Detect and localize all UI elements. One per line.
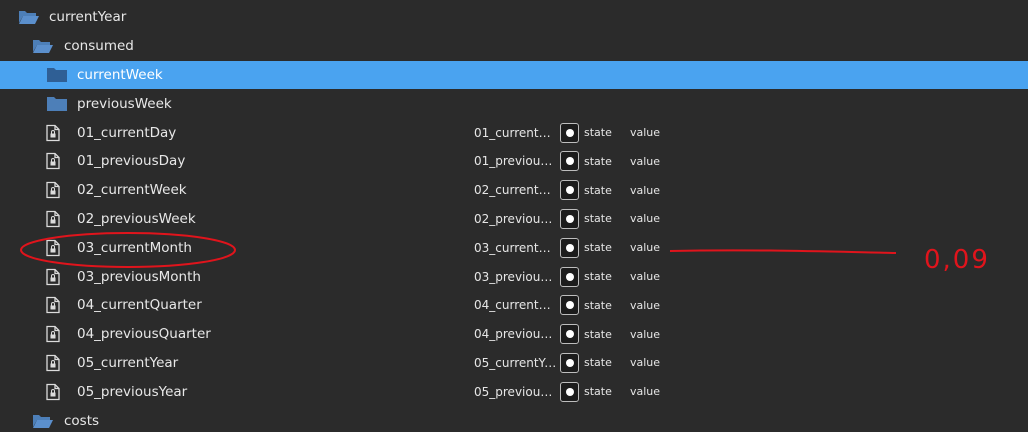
value-column: value [630,327,661,341]
state-dot-icon [565,387,574,396]
value-column: value [630,385,661,399]
state-name: 01_currentDay [474,125,558,140]
state-column: state [584,183,612,197]
state-column: state [584,385,612,399]
value-column: value [630,270,661,284]
state-dot-icon [565,330,574,339]
state-file-icon [46,124,60,141]
state-button[interactable] [560,295,579,316]
tree-row-label: 05_previousYear [77,383,188,400]
value-column: value [630,241,661,255]
tree-row-label: costs [64,412,100,429]
state-name: 03_previous... [474,269,558,284]
tree-row-state[interactable]: 03_currentMonth 03_currentM... state value [0,233,1028,262]
state-file-icon [46,210,60,228]
state-dot-icon [565,358,574,367]
state-dot-icon [565,272,574,281]
state-dot-icon [565,128,574,137]
value-column: value [630,126,661,140]
tree-row-label: currentYear [49,9,127,26]
tree-row-label: 02_previousWeek [77,210,196,227]
state-file-icon [46,268,60,285]
state-file-icon [46,297,60,314]
state-button[interactable] [560,266,579,287]
state-column: state [584,241,612,255]
state-file-icon [46,239,60,256]
state-file-icon [46,153,60,170]
tree-row-label: currentWeek [77,66,163,83]
state-column: state [584,212,612,226]
tree-row-label: consumed [64,38,134,55]
state-column: state [584,270,612,284]
state-name: 05_previousY... [474,384,558,399]
state-button[interactable] [560,151,579,172]
state-name: 04_previous... [474,327,558,342]
state-button[interactable] [560,208,579,229]
state-dot-icon [565,214,574,223]
folder-icon [47,96,67,111]
tree-row-previous-week[interactable]: previousWeek [0,89,1028,118]
tree-row-label: 05_currentYear [77,354,179,371]
value-column: value [630,212,661,226]
state-file-icon [46,354,60,372]
tree-row-state[interactable]: 05_previousYear 05_previousY... state value [0,377,1028,406]
state-name: 02_previous... [474,211,558,226]
tree-row-consumed[interactable]: consumed [0,32,1028,61]
state-dot-icon [565,243,574,252]
state-file-icon [46,182,60,199]
value-column: value [630,298,661,312]
tree-row-current-week[interactable]: currentWeek [0,60,1028,90]
tree-row-state[interactable]: 02_currentWeek 02_currentW... state value [0,176,1028,205]
tree-row-label: 02_currentWeek [77,182,187,199]
state-button[interactable] [560,180,579,201]
state-column: state [584,356,612,370]
folder-open-icon [33,40,53,54]
state-dot-icon [565,157,574,166]
state-button[interactable] [560,352,579,373]
state-file-icon [46,383,60,400]
state-name: 02_currentW... [474,183,558,198]
tree-row-state[interactable]: 04_previousQuarter 04_previous... state val… [0,320,1028,349]
tree-row-label: 04_previousQuarter [77,326,211,343]
tree-row-state[interactable]: 05_currentYear 05_currentYear state value [0,349,1028,378]
tree-row-state[interactable]: 01_previousDay 01_previousD... state value [0,147,1028,176]
folder-open-icon [19,11,39,25]
tree-row-costs[interactable]: costs [0,406,1028,432]
state-column: state [584,298,612,312]
state-name: 01_previousD... [474,154,558,169]
tree-row-current-year[interactable]: currentYear [0,3,1028,32]
tree-row-state[interactable]: 03_previousMonth 03_previous... state value [0,262,1028,291]
tree-row-label: 01_previousDay [77,153,186,170]
tree-row-label: 03_previousMonth [77,268,201,285]
tree-row-label: previousWeek [77,95,172,112]
tree-row-state[interactable]: 04_currentQuarter 04_currentQu... state val… [0,291,1028,320]
state-button[interactable] [560,237,579,258]
state-dot-icon [565,301,574,310]
state-name: 05_currentYear [474,355,558,370]
object-tree: currentYear consumed currentWeek previou… [0,3,1028,432]
state-name: 03_currentM... [474,240,558,255]
value-column: value [630,356,661,370]
tree-row-label: 03_currentMonth [77,239,192,256]
state-column: state [584,327,612,341]
state-column: state [584,154,612,168]
tree-row-label: 04_currentQuarter [77,297,202,314]
state-button[interactable] [560,381,579,402]
state-name: 04_currentQu... [474,298,558,313]
tree-row-state[interactable]: 02_previousWeek 02_previous... state value [0,205,1028,234]
state-button[interactable] [560,324,579,345]
tree-row-state[interactable]: 01_currentDay 01_currentDay state value [0,118,1028,147]
tree-row-label: 01_currentDay [77,124,177,141]
folder-icon [47,67,67,82]
value-column: value [630,154,661,168]
state-file-icon [46,326,60,343]
state-button[interactable] [560,122,579,143]
state-column: state [584,126,612,140]
value-column: value [630,183,661,197]
folder-open-icon [33,414,53,428]
state-dot-icon [565,186,574,195]
